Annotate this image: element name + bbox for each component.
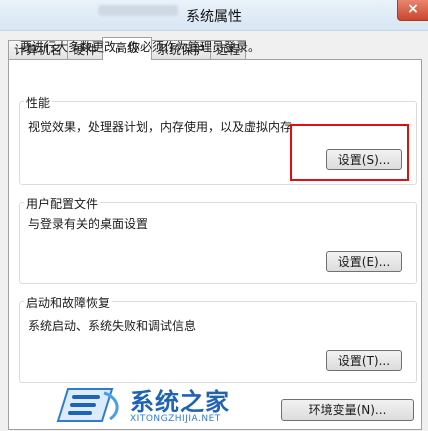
user-profiles-legend: 用户配置文件 — [24, 195, 101, 212]
highlight-box — [290, 124, 409, 181]
performance-description: 视觉效果，处理器计划，内存使用，以及虚拟内存 — [28, 120, 293, 134]
watermark: 系统之家 XITONGZHIJIA.NET — [54, 381, 254, 431]
watermark-brand: 系统之家 — [130, 388, 230, 416]
watermark-url: XITONGZHIJIA.NET — [130, 414, 221, 424]
startup-recovery-settings-button[interactable]: 设置(T)... — [326, 350, 402, 371]
admin-note: 要进行大多数更改，你必须作为管理员登录。 — [20, 40, 261, 54]
window-title: 系统属性 — [186, 9, 242, 25]
user-profiles-settings-button[interactable]: 设置(E)... — [326, 251, 402, 272]
startup-recovery-description: 系统启动、系统失败和调试信息 — [28, 319, 197, 333]
environment-variables-button[interactable]: 环境变量(N)... — [281, 399, 414, 421]
watermark-logo-icon — [56, 388, 119, 422]
title-bar: 系统属性 × — [0, 0, 428, 31]
startup-recovery-legend: 启动和故障恢复 — [24, 294, 113, 311]
user-profiles-description: 与登录有关的桌面设置 — [28, 217, 149, 231]
performance-legend: 性能 — [24, 94, 53, 111]
close-button[interactable]: × — [397, 0, 428, 21]
